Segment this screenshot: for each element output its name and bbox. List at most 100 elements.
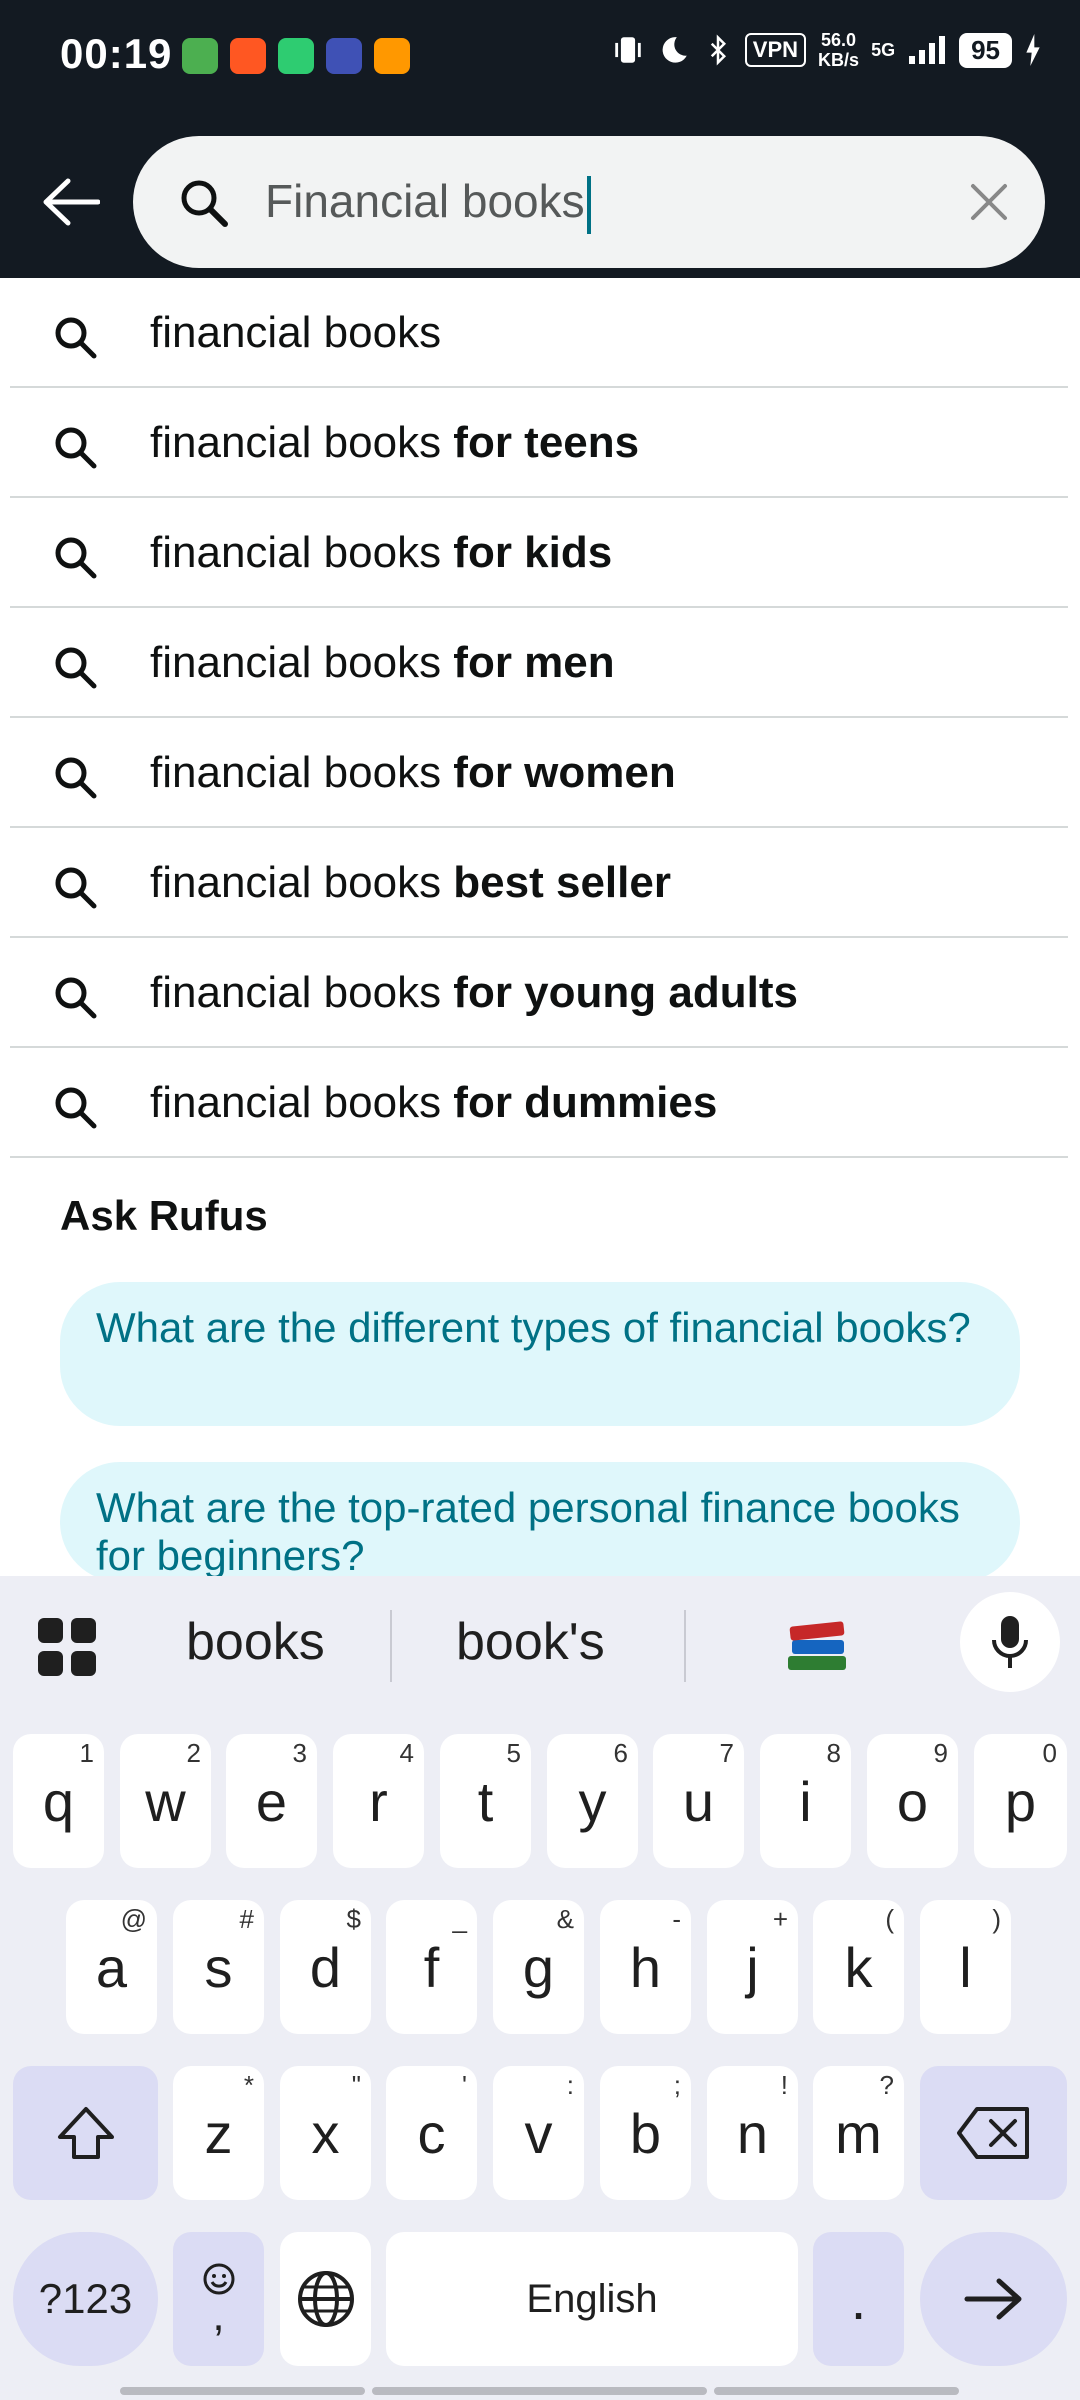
notification-icons <box>182 38 410 74</box>
close-icon[interactable] <box>967 180 1011 224</box>
key-g[interactable]: g & <box>493 1900 584 2034</box>
ask-rufus-title: Ask Rufus <box>60 1192 268 1239</box>
suggestion-item[interactable]: financial books for women <box>10 718 1068 828</box>
emoji-comma-key[interactable]: , <box>173 2232 264 2366</box>
notification-app-icon <box>230 38 266 74</box>
key-t[interactable]: t5 <box>440 1734 531 1868</box>
suggestion-item[interactable]: financial books for dummies <box>10 1048 1068 1158</box>
space-key[interactable]: English <box>386 2232 798 2366</box>
search-icon <box>55 977 97 1019</box>
search-icon <box>181 180 228 227</box>
key-q[interactable]: q1 <box>13 1734 104 1868</box>
suggestion-item[interactable]: financial books for kids <box>10 498 1068 608</box>
suggestion-text: financial books for dummies <box>150 1078 718 1127</box>
books-emoji-icon[interactable] <box>784 1614 850 1674</box>
key-a[interactable]: a @ <box>66 1900 157 2034</box>
suggestion-text: financial books best seller <box>150 858 671 907</box>
microphone-icon <box>992 1616 1028 1668</box>
apps-grid-icon[interactable] <box>36 1616 98 1678</box>
key-r[interactable]: r4 <box>333 1734 424 1868</box>
key-i[interactable]: i8 <box>760 1734 851 1868</box>
key-w[interactable]: w2 <box>120 1734 211 1868</box>
rufus-question-chip[interactable]: What are the top-rated personal finance … <box>60 1462 1020 1582</box>
symbols-key[interactable]: ?123 <box>13 2232 158 2366</box>
backspace-key[interactable] <box>920 2066 1067 2200</box>
key-n[interactable]: n! <box>707 2066 798 2200</box>
word-suggestion[interactable]: book's <box>456 1612 605 1672</box>
divider <box>684 1610 686 1682</box>
search-icon <box>55 317 97 359</box>
key-u[interactable]: u7 <box>653 1734 744 1868</box>
key-m[interactable]: m? <box>813 2066 904 2200</box>
key-x[interactable]: x " <box>280 2066 371 2200</box>
key-e[interactable]: e3 <box>226 1734 317 1868</box>
key-d[interactable]: d $ <box>280 1900 371 2034</box>
divider <box>390 1610 392 1682</box>
key-s[interactable]: s # <box>173 1900 264 2034</box>
word-suggestion[interactable]: books <box>186 1612 325 1672</box>
suggestion-item[interactable]: financial books for young adults <box>10 938 1068 1048</box>
notification-app-icon <box>374 38 410 74</box>
search-icon <box>55 647 97 689</box>
key-l[interactable]: l) <box>920 1900 1011 2034</box>
search-icon <box>55 537 97 579</box>
status-indicators: VPN 56.0 KB/s 5G 95 <box>611 30 1042 70</box>
key-f[interactable]: f _ <box>386 1900 477 2034</box>
charging-icon <box>1026 34 1040 66</box>
notification-app-icon <box>182 38 218 74</box>
key-o[interactable]: o9 <box>867 1734 958 1868</box>
language-key[interactable] <box>280 2232 371 2366</box>
key-v[interactable]: v: <box>493 2066 584 2200</box>
keyboard: books book's q1 w2 e3 r4 t5 y6 u7 i8 o9 … <box>0 1576 1080 2400</box>
enter-key[interactable] <box>920 2232 1067 2366</box>
keyboard-toolbar: books book's <box>0 1576 1080 1712</box>
suggestion-text: financial books for teens <box>150 418 640 467</box>
vpn-badge: VPN <box>744 33 807 67</box>
key-z[interactable]: z * <box>173 2066 264 2200</box>
shift-icon <box>57 2107 114 2159</box>
suggestion-text: financial books for kids <box>150 528 613 577</box>
suggestion-item[interactable]: financial books <box>10 278 1068 388</box>
gesture-bar <box>714 2387 959 2395</box>
text-caret <box>586 175 591 234</box>
vibrate-icon <box>615 37 641 63</box>
globe-icon <box>297 2271 354 2327</box>
shift-key[interactable] <box>13 2066 158 2200</box>
rufus-question-chip[interactable]: What are the different types of financia… <box>60 1282 1020 1426</box>
suggestion-text: financial books <box>150 308 442 357</box>
suggestion-item[interactable]: financial books for teens <box>10 388 1068 498</box>
notification-app-icon <box>326 38 362 74</box>
gesture-bar <box>120 2387 365 2395</box>
period-key[interactable]: . <box>813 2232 904 2366</box>
backspace-icon <box>956 2107 1029 2159</box>
key-h[interactable]: h- <box>600 1900 691 2034</box>
key-p[interactable]: p0 <box>974 1734 1067 1868</box>
net-speed: 56.0 KB/s <box>818 30 860 70</box>
search-icon <box>55 757 97 799</box>
header: 00:19 VPN 56.0 KB/s 5G 95 Financial books <box>0 0 1080 278</box>
status-time: 00:19 <box>60 30 173 77</box>
suggestion-text: financial books for young adults <box>150 968 798 1017</box>
key-y[interactable]: y6 <box>547 1734 638 1868</box>
network-type: 5G <box>871 39 896 60</box>
search-icon <box>55 867 97 909</box>
battery-level: 95 <box>959 32 1012 68</box>
status-bar: 00:19 VPN 56.0 KB/s 5G 95 <box>0 0 1080 110</box>
gesture-bar <box>372 2387 707 2395</box>
key-j[interactable]: j + <box>707 1900 798 2034</box>
back-button[interactable] <box>34 172 104 232</box>
suggestion-item[interactable]: financial books best seller <box>10 828 1068 938</box>
moon-icon <box>662 37 687 63</box>
suggestion-item[interactable]: financial books for men <box>10 608 1068 718</box>
microphone-button[interactable] <box>960 1592 1060 1692</box>
key-k[interactable]: k( <box>813 1900 904 2034</box>
arrow-left-icon <box>43 178 100 226</box>
search-icon <box>55 1087 97 1129</box>
key-b[interactable]: b; <box>600 2066 691 2200</box>
search-bar[interactable]: Financial books <box>133 136 1045 268</box>
suggestion-list: financial books financial books for teen… <box>10 278 1068 1158</box>
key-c[interactable]: c ' <box>386 2066 477 2200</box>
search-input[interactable]: Financial books <box>265 174 591 234</box>
suggestion-text: financial books for men <box>150 638 615 687</box>
suggestion-text: financial books for women <box>150 748 676 797</box>
